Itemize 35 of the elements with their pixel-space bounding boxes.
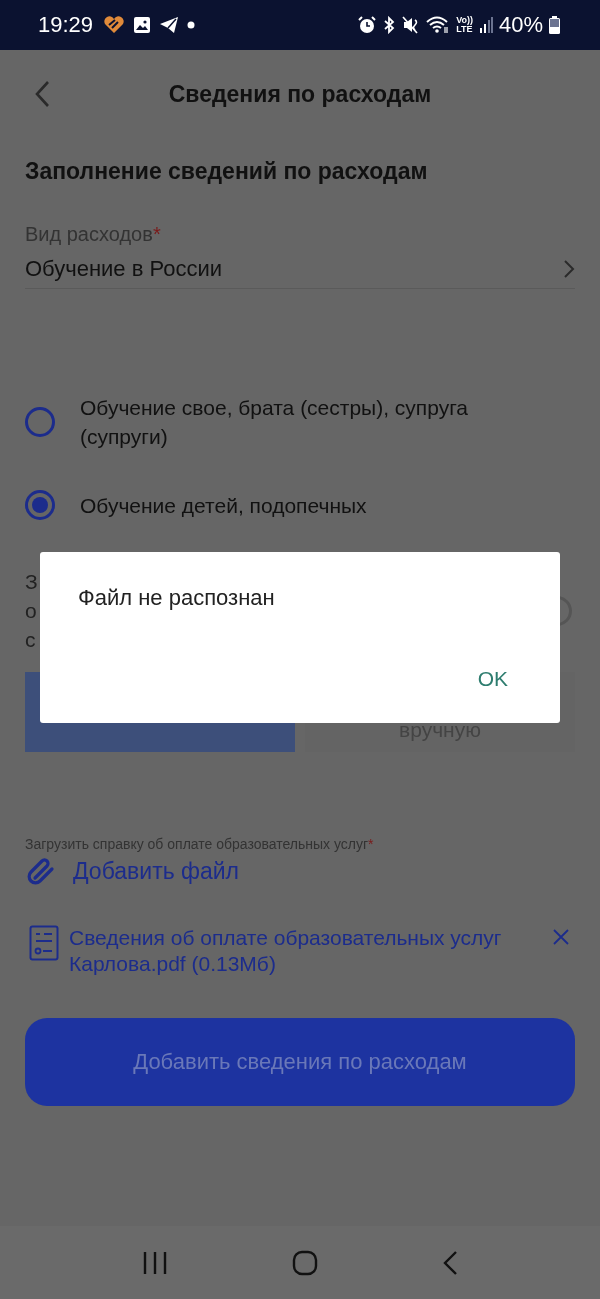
text-fragment: с	[25, 627, 37, 653]
battery-percent: 40%	[498, 12, 543, 38]
add-file-link[interactable]: Добавить файл	[73, 857, 240, 885]
alarm-icon	[358, 16, 377, 34]
field-value: Обучение в России	[25, 256, 223, 282]
mute-icon	[402, 16, 421, 34]
text-fragment: З	[25, 569, 38, 595]
back-button[interactable]	[34, 80, 50, 108]
send-icon	[159, 16, 180, 34]
bluetooth-icon	[382, 16, 397, 34]
back-nav-button[interactable]	[442, 1249, 458, 1276]
section-title: Заполнение сведений по расходам	[25, 158, 429, 185]
home-button[interactable]	[292, 1249, 318, 1276]
chevron-right-icon	[563, 259, 575, 279]
document-icon	[29, 925, 59, 961]
signal-icon	[478, 17, 493, 33]
wifi-icon	[426, 16, 451, 34]
remove-button[interactable]	[553, 929, 569, 945]
lte-label: LTE	[456, 25, 473, 34]
volte-label: Vo))	[456, 16, 473, 25]
radio-button[interactable]	[25, 490, 55, 520]
option-label[interactable]: Обучение свое, брата (сестры), супруга (супруги)	[80, 393, 550, 451]
radio-button[interactable]	[25, 407, 55, 437]
ok-button[interactable]: OK	[463, 663, 522, 695]
file-name[interactable]: Сведения об оплате образовательных услуг Карлова.pdf (0.13Мб)	[69, 925, 543, 977]
recents-button[interactable]	[142, 1250, 168, 1275]
dot-icon	[187, 21, 196, 29]
battery-icon	[549, 16, 560, 34]
dialog-message: Файл не распознан	[78, 585, 276, 611]
heart-icon	[103, 16, 126, 34]
image-icon	[133, 16, 152, 34]
clock-time: 19:29	[38, 12, 94, 38]
screen-title: Сведения по расходам	[167, 80, 433, 108]
option-label[interactable]: Обучение детей, подопечных	[80, 490, 367, 520]
text-fragment: о	[25, 598, 38, 624]
